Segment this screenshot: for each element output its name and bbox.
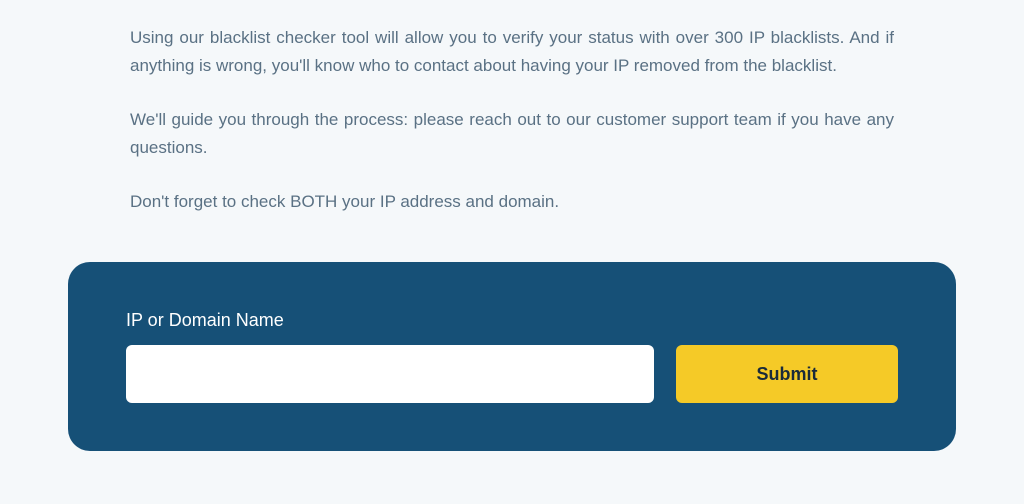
intro-paragraph-2: We'll guide you through the process: ple…	[130, 106, 894, 162]
ip-domain-input[interactable]	[126, 345, 654, 403]
content-section: Using our blacklist checker tool will al…	[0, 0, 1024, 216]
submit-button[interactable]: Submit	[676, 345, 898, 403]
intro-paragraph-3: Don't forget to check BOTH your IP addre…	[130, 188, 894, 216]
checker-form-panel: IP or Domain Name Submit	[68, 262, 956, 451]
intro-paragraph-1: Using our blacklist checker tool will al…	[130, 24, 894, 80]
ip-domain-label: IP or Domain Name	[126, 310, 898, 331]
form-row: Submit	[126, 345, 898, 403]
